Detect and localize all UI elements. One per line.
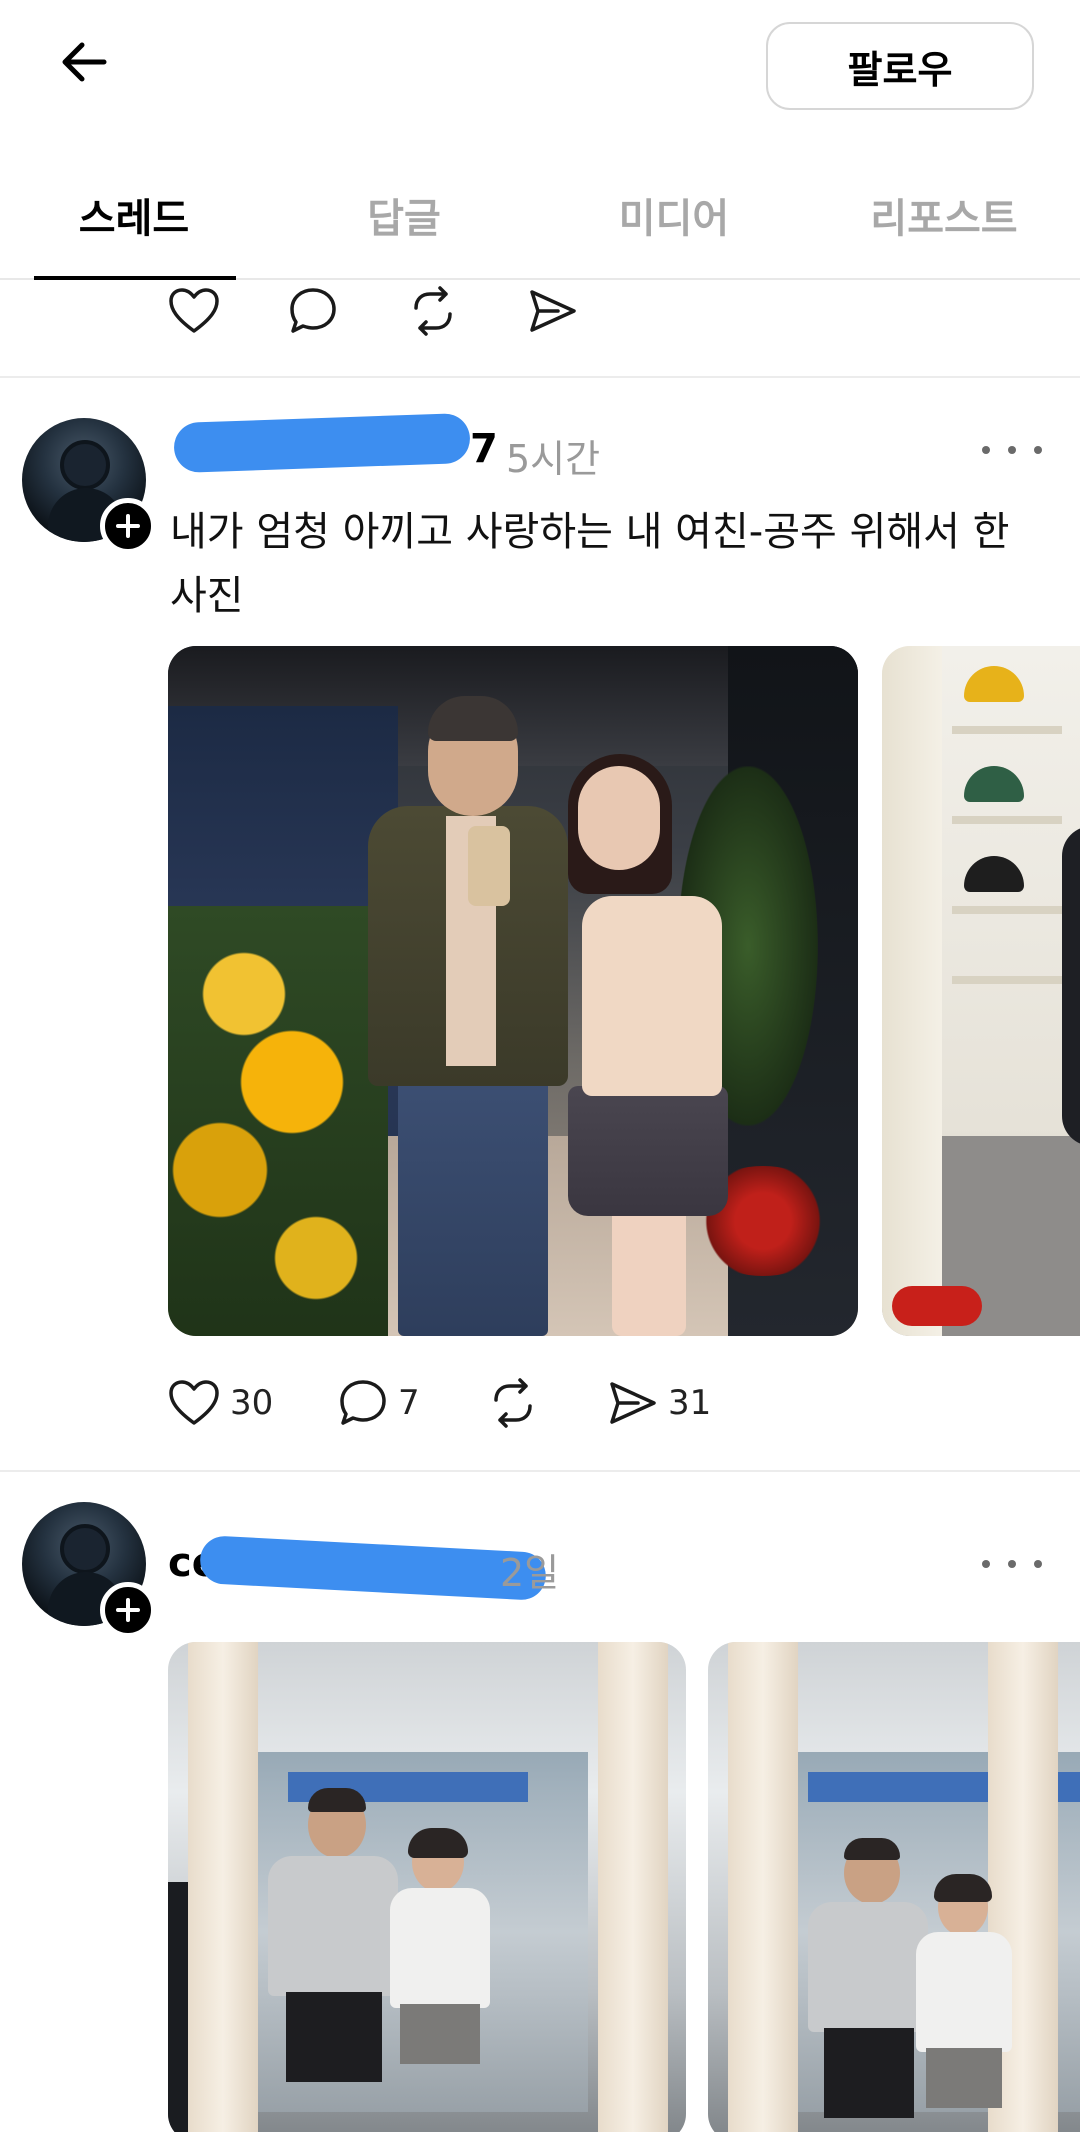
post-divider <box>0 376 1080 378</box>
share-count: 31 <box>668 1383 712 1423</box>
tab-replies[interactable]: 답글 <box>284 186 524 244</box>
comment-bubble-icon <box>340 1380 386 1425</box>
comment-bubble-icon <box>290 288 336 333</box>
follow-badge[interactable] <box>100 498 156 554</box>
top-bar: 팔로우 <box>0 0 1080 130</box>
heart-icon <box>169 1380 219 1425</box>
post-photo[interactable] <box>708 1642 1080 2132</box>
post-actions: 30 7 31 <box>168 1378 768 1428</box>
redaction-mark <box>198 1534 548 1602</box>
comment-count: 7 <box>398 1383 420 1423</box>
arrow-left-icon <box>62 42 107 82</box>
send-icon <box>610 1382 656 1424</box>
more-options-button[interactable] <box>982 440 1042 460</box>
repost-button[interactable] <box>408 286 528 336</box>
like-count: 30 <box>230 1383 274 1423</box>
more-horizontal-icon <box>982 446 990 454</box>
post-time: 5시간 <box>506 437 601 481</box>
post-divider <box>0 1470 1080 1472</box>
like-button[interactable]: 30 <box>168 1379 338 1427</box>
repost-icon <box>414 286 452 336</box>
follow-badge[interactable] <box>100 1582 156 1638</box>
plus-icon <box>116 1598 140 1622</box>
heart-icon <box>169 288 219 333</box>
previous-post-actions <box>168 286 648 336</box>
share-button[interactable]: 31 <box>608 1380 768 1426</box>
post-time: 2일 <box>500 1551 560 1595</box>
plus-icon <box>116 514 140 538</box>
tab-threads[interactable]: 스레드 <box>14 186 254 244</box>
active-tab-indicator <box>34 276 236 280</box>
comment-button[interactable]: 7 <box>338 1378 488 1428</box>
profile-tabs: 스레드 답글 미디어 리포스트 <box>0 160 1080 280</box>
like-button[interactable] <box>168 287 288 335</box>
more-horizontal-icon <box>982 1560 990 1568</box>
share-button[interactable] <box>528 288 648 334</box>
tab-reposts[interactable]: 리포스트 <box>824 186 1064 244</box>
post-photo[interactable] <box>168 646 858 1336</box>
post-photo[interactable] <box>168 1642 686 2132</box>
send-icon <box>530 290 576 332</box>
repost-icon <box>494 1378 532 1428</box>
username-visible: 7 <box>470 426 498 472</box>
post-text: 내가 엄청 아끼고 사랑하는 내 여친-공주 위해서 한 사진 <box>170 509 1010 619</box>
redaction-mark <box>173 412 471 474</box>
tab-media[interactable]: 미디어 <box>554 186 794 244</box>
comment-button[interactable] <box>288 286 408 336</box>
post-photo[interactable] <box>882 646 1080 1336</box>
follow-button[interactable]: 팔로우 <box>766 22 1034 110</box>
back-button[interactable] <box>52 30 116 94</box>
repost-button[interactable] <box>488 1378 608 1428</box>
more-options-button[interactable] <box>982 1554 1042 1574</box>
